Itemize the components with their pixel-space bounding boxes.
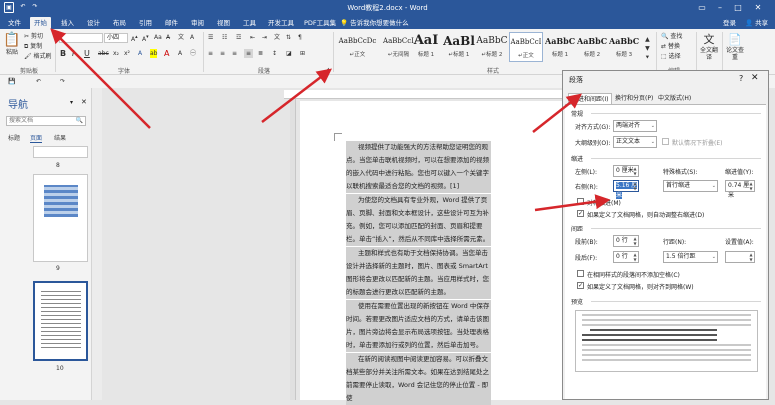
arrow-to-paragraph-launcher (261, 68, 332, 123)
annotation-arrows (50, 28, 611, 212)
arrow-to-home-tab (50, 28, 151, 129)
arrow-to-indent-tab (532, 93, 582, 133)
arrow-to-right-indent (534, 194, 611, 212)
